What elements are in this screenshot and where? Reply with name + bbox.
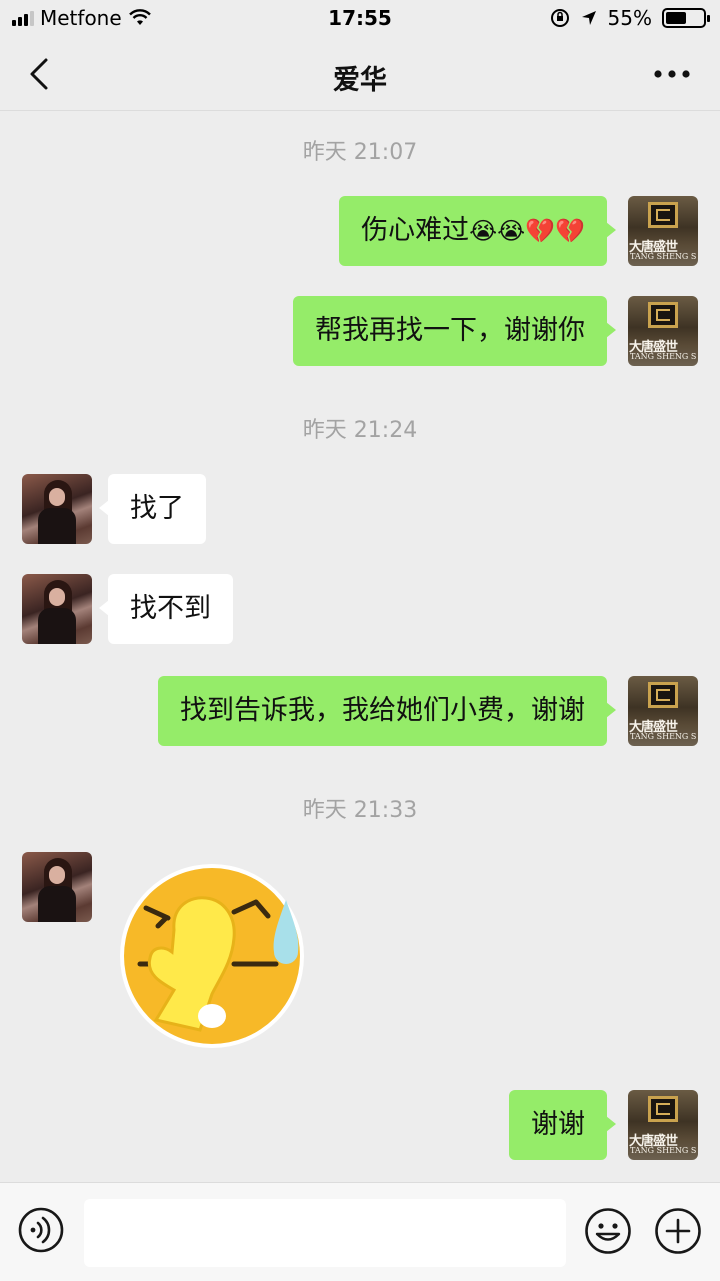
timestamp: 昨天 21:24: [302, 418, 418, 443]
avatar-brand-en: TANG SHENG SHI: [630, 1146, 696, 1155]
chat-header: 爱华: [0, 38, 720, 111]
rotation-lock-icon: [550, 9, 569, 27]
voice-button[interactable]: [18, 1207, 64, 1253]
my-avatar[interactable]: 大唐盛世 TANG SHENG SHI: [628, 1090, 698, 1160]
message-text: 找不到: [130, 593, 211, 624]
brand-logo-icon: [648, 202, 678, 228]
message-text: 谢谢: [531, 1109, 585, 1140]
brand-logo-icon: [648, 302, 678, 328]
avatar-brand-en: TANG SHENG SHI: [630, 252, 696, 261]
contact-name: 爱华: [333, 65, 387, 96]
plus-icon: [655, 1208, 701, 1254]
my-avatar[interactable]: 大唐盛世 TANG SHENG SHI: [628, 196, 698, 266]
message-emojis: 😭😭💔💔: [469, 217, 585, 245]
outgoing-message-bubble[interactable]: 谢谢: [509, 1090, 616, 1160]
voice-icon: [18, 1207, 64, 1253]
my-avatar[interactable]: 大唐盛世 TANG SHENG SHI: [628, 676, 698, 746]
battery-icon: [662, 8, 710, 28]
emoji-icon: [585, 1208, 631, 1254]
location-icon: [581, 11, 596, 25]
more-actions-button[interactable]: [654, 1207, 702, 1255]
more-dots-icon: [654, 70, 690, 78]
brand-logo-icon: [648, 1096, 678, 1122]
outgoing-message-bubble[interactable]: 伤心难过😭😭💔💔: [339, 196, 616, 266]
brand-logo-icon: [648, 682, 678, 708]
emoji-button[interactable]: [584, 1207, 632, 1255]
outgoing-message-bubble[interactable]: 找到告诉我，我给她们小费，谢谢: [158, 676, 616, 746]
input-bar: [0, 1182, 720, 1281]
my-avatar[interactable]: 大唐盛世 TANG SHENG SHI: [628, 296, 698, 366]
facepalm-sweat-emoji-icon: [120, 864, 304, 1048]
status-right: 55%: [550, 6, 710, 30]
outgoing-message-bubble[interactable]: 帮我再找一下，谢谢你: [293, 296, 616, 366]
message-text: 伤心难过: [361, 215, 470, 246]
contact-avatar[interactable]: [22, 574, 92, 644]
message-text: 帮我再找一下，谢谢你: [315, 315, 585, 346]
incoming-message-bubble[interactable]: 找了: [99, 474, 206, 544]
sticker-message[interactable]: [116, 860, 308, 1052]
battery-percent: 55%: [607, 6, 652, 30]
contact-avatar[interactable]: [22, 852, 92, 922]
message-text: 找了: [130, 493, 184, 524]
incoming-message-bubble[interactable]: 找不到: [99, 574, 233, 644]
avatar-brand-en: TANG SHENG SHI: [630, 352, 696, 361]
timestamp: 昨天 21:33: [302, 798, 418, 823]
contact-avatar[interactable]: [22, 474, 92, 544]
more-button[interactable]: [652, 64, 692, 84]
avatar-brand-en: TANG SHENG SHI: [630, 732, 696, 741]
status-bar: Metfone 17:55 55%: [0, 0, 720, 38]
message-text: 找到告诉我，我给她们小费，谢谢: [180, 695, 585, 726]
message-input[interactable]: [84, 1199, 566, 1267]
timestamp: 昨天 21:07: [302, 140, 418, 165]
